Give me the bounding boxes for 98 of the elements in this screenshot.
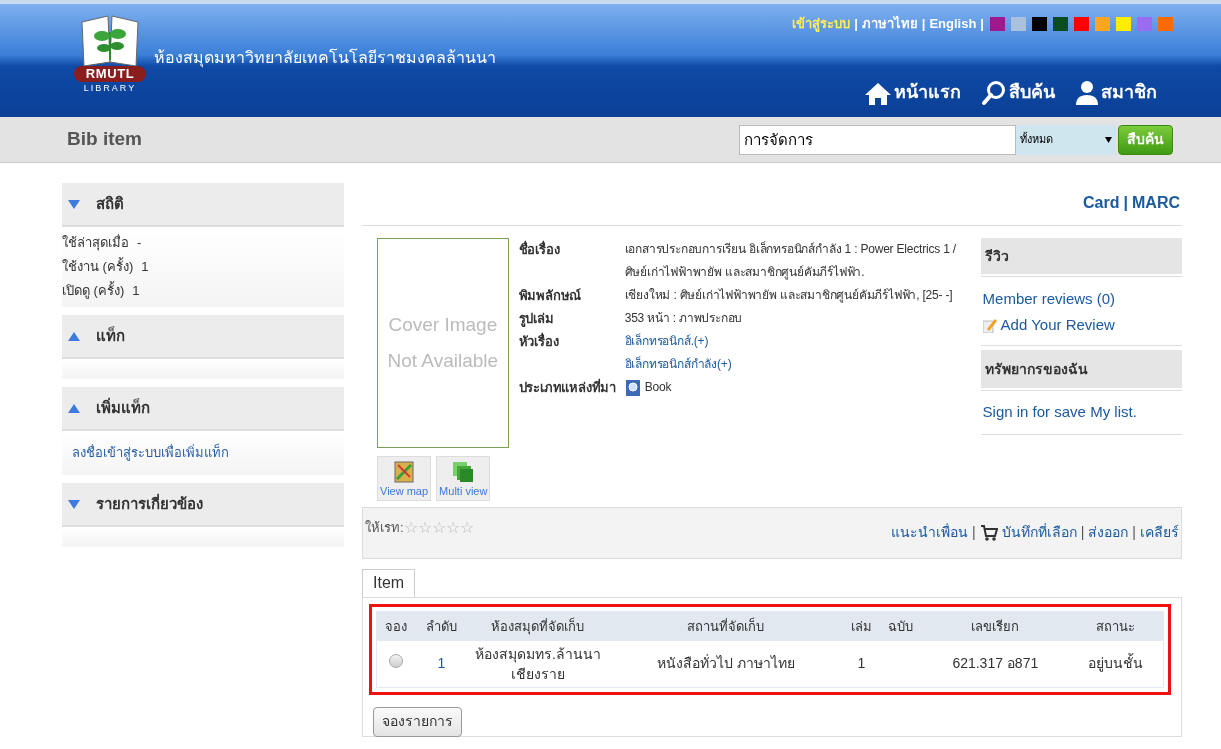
theme-swatch[interactable]	[1095, 16, 1110, 31]
column-header: ฉบับ	[879, 611, 922, 641]
member-reviews-link[interactable]: Member reviews (0)	[982, 287, 1180, 311]
separator: |	[972, 523, 976, 542]
theme-swatch[interactable]	[1011, 16, 1026, 31]
multi-view-button[interactable]: Multi view	[436, 456, 491, 501]
reserve-radio[interactable]	[388, 654, 403, 669]
sidebar-heading[interactable]: รายการเกี่ยวข้อง	[62, 483, 344, 527]
caret-icon	[1105, 136, 1112, 143]
action-link[interactable]: เคลียร์	[1140, 522, 1179, 543]
expand-arrow-icon[interactable]	[68, 499, 80, 509]
expand-arrow-icon[interactable]	[68, 199, 80, 209]
theme-swatch[interactable]	[1137, 16, 1152, 31]
pencil-icon	[982, 317, 997, 333]
sidebar-heading-text: รายการเกี่ยวข้อง	[96, 492, 203, 514]
separator: |	[854, 15, 858, 33]
table-cell: 621.317 อ871	[922, 641, 1069, 687]
sidebar-heading[interactable]: แท็ก	[62, 315, 344, 359]
theme-swatch[interactable]	[1116, 16, 1131, 31]
cover-text: Not Available	[387, 349, 499, 373]
tab[interactable]: Item	[362, 568, 416, 597]
separator: |	[980, 15, 984, 33]
collapse-arrow-icon[interactable]	[68, 331, 80, 341]
column-header: สถานะ	[1068, 611, 1164, 641]
stat-label: ใช้งาน (ครั้ง)	[62, 256, 134, 276]
logo-text: RMUTL	[73, 66, 147, 82]
table-cell: หนังสือทั่วไป ภาษาไทย	[607, 641, 844, 687]
cart-icon	[979, 523, 998, 542]
book-search-icon	[624, 378, 641, 397]
scope-select[interactable]: ทั้งหมด	[1016, 124, 1116, 155]
save-list-link[interactable]: Sign in for save My list.	[980, 390, 1182, 435]
sidebar-heading[interactable]: เพิ่มแท็ก	[62, 387, 344, 431]
field-label: รูปเล่ม	[518, 310, 555, 329]
my-resources-heading: ทรัพยากรของฉัน	[980, 350, 1182, 388]
view-map-button[interactable]: View map	[377, 456, 432, 501]
reserve-button[interactable]: จองรายการ	[373, 706, 462, 737]
action-link[interactable]: แนะนำเพื่อน	[891, 522, 969, 543]
rating-label: ให้เรท:	[365, 518, 404, 537]
nav-link[interactable]: สืบค้น	[981, 79, 1055, 106]
field-label: หัวเรื่อง	[518, 331, 560, 351]
table-cell: 1	[843, 641, 880, 687]
sidebar-heading[interactable]: สถิติ	[62, 183, 344, 227]
stat-value: 1	[141, 258, 149, 276]
page-title: Bib item	[67, 127, 143, 152]
user-icon	[1075, 80, 1099, 106]
theme-swatch[interactable]	[1074, 16, 1089, 31]
table-cell: ห้องสมุดมทร.ล้านนา เชียงราย	[467, 641, 608, 687]
field-label: ชื่อเรื่อง	[518, 239, 561, 259]
cover-text: Cover Image	[388, 313, 498, 337]
column-header: ลำดับ	[414, 611, 468, 641]
map-icon	[394, 461, 415, 483]
search-field[interactable]: การจัดการ	[739, 124, 1016, 155]
stat-label: เปิดดู (ครั้ง)	[62, 280, 125, 301]
field-label: ประเภทแหล่งที่มา	[518, 377, 618, 397]
action-link[interactable]: บันทึกที่เลือก	[1001, 522, 1077, 543]
separator: |	[1080, 523, 1085, 542]
column-header: ห้องสมุดที่จัดเก็บ	[467, 611, 608, 641]
logo-icon	[78, 12, 142, 66]
subject-link[interactable]: อิเล็กทรอนิกส์.(+)	[624, 330, 732, 353]
column-header: เลขเรียก	[922, 611, 1069, 641]
stat-value: -	[137, 234, 142, 252]
separator: |	[1123, 193, 1128, 213]
column-header: สถานที่จัดเก็บ	[607, 611, 844, 641]
sidebar-heading-text: แท็ก	[96, 325, 125, 346]
sidebar-heading-text: สถิติ	[96, 193, 124, 214]
add-review-link[interactable]: Add Your Review	[1000, 311, 1115, 339]
sidebar-heading-text: เพิ่มแท็ก	[96, 396, 150, 418]
home-icon	[864, 82, 892, 106]
theme-swatch[interactable]	[1158, 16, 1173, 31]
nav-link[interactable]: หน้าแรก	[864, 79, 961, 106]
stat-value: 1	[132, 282, 140, 300]
stacked-squares-icon	[452, 461, 475, 483]
view-link[interactable]: MARC	[1132, 191, 1180, 215]
separator: |	[1132, 523, 1136, 542]
column-header: เล่ม	[843, 611, 880, 641]
stat-label: ใช้ล่าสุดเมื่อ	[62, 233, 129, 253]
separator: |	[921, 15, 926, 33]
table-cell[interactable]: 1	[437, 655, 446, 672]
theme-swatch[interactable]	[1032, 16, 1047, 31]
subject-link[interactable]: อิเล็กทรอนิกส์กำลัง(+)	[624, 353, 732, 376]
nav-link[interactable]: สมาชิก	[1075, 79, 1157, 106]
view-link[interactable]: Card	[1083, 191, 1120, 215]
action-link[interactable]: ส่งออก	[1088, 522, 1129, 543]
field-value: เอกสารประกอบการเรียน อิเล็กทรอนิกส์กำลัง 1 : Power Electrics 1 / ศิษย์เก่าไฟฟ้าพายัพ และสมาชิกศูนย์คัมภีร์ไฟฟ้า.	[624, 240, 957, 282]
table-cell: อยู่บนชั้น	[1068, 641, 1164, 687]
search-icon	[981, 80, 1007, 106]
theme-swatch[interactable]	[1053, 16, 1068, 31]
field-label: พิมพลักษณ์	[518, 287, 583, 305]
field-value: เชียงใหม่ : ศิษย์เก่าไฟฟ้าพายัพ และสมาชิกศูนย์คัมภีร์ไฟฟ้า, [25- -]	[624, 287, 953, 305]
theme-swatch[interactable]	[990, 16, 1005, 31]
sign-in-link[interactable]: ลงชื่อเข้าสู่ระบบเพื่อเพิ่มแท็ก	[62, 435, 344, 471]
collapse-arrow-icon[interactable]	[68, 403, 80, 413]
logo-subtitle: LIBRARY	[83, 82, 137, 95]
field-value: 353 หน้า : ภาพประกอบ	[624, 310, 743, 327]
review-heading: รีวิว	[980, 238, 1182, 276]
column-header: จอง	[376, 611, 415, 641]
site-title: ห้องสมุดมหาวิทยาลัยเทคโนโลยีราชมงคลล้านนา	[154, 47, 496, 70]
field-value: Book	[644, 379, 672, 396]
